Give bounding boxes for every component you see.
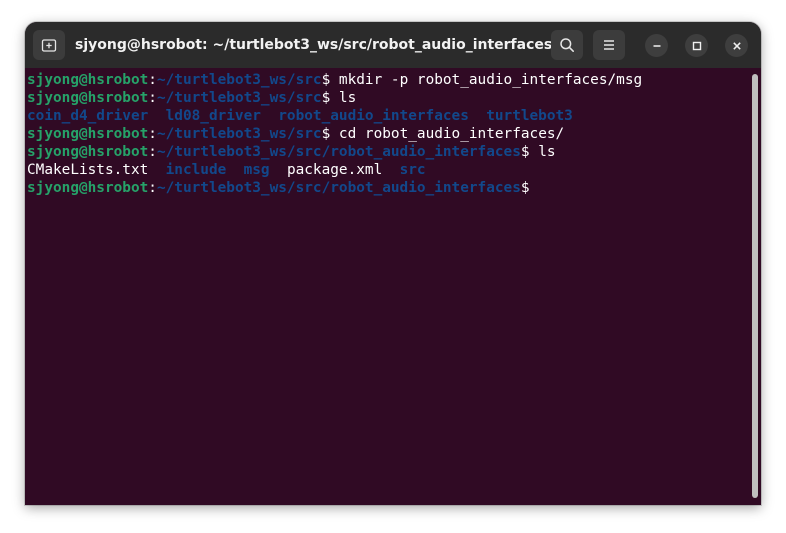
new-tab-button[interactable] bbox=[33, 30, 65, 60]
directory-entry: ld08_driver bbox=[165, 108, 261, 124]
prompt-symbol: $ bbox=[321, 126, 331, 142]
prompt-symbol: $ bbox=[520, 180, 530, 196]
prompt-user: sjyong@hsrobot bbox=[27, 144, 149, 160]
command-text: mkdir -p robot_audio_interfaces/msg bbox=[330, 72, 643, 88]
hamburger-menu-icon bbox=[604, 40, 614, 50]
prompt-separator: : bbox=[148, 144, 157, 160]
terminal-window: sjyong@hsrobot: ~/turtlebot3_ws/src/robo… bbox=[25, 22, 761, 505]
prompt-separator: : bbox=[148, 72, 157, 88]
minimize-button[interactable] bbox=[645, 34, 668, 57]
scrollbar[interactable] bbox=[752, 74, 758, 498]
prompt-user: sjyong@hsrobot bbox=[27, 90, 149, 106]
prompt-separator: : bbox=[148, 180, 157, 196]
search-button[interactable] bbox=[551, 30, 583, 60]
directory-entry: msg bbox=[243, 162, 270, 178]
search-icon bbox=[560, 38, 574, 52]
prompt-user: sjyong@hsrobot bbox=[27, 126, 149, 142]
minimize-icon bbox=[653, 44, 660, 47]
prompt-user: sjyong@hsrobot bbox=[27, 72, 149, 88]
maximize-button[interactable] bbox=[685, 34, 708, 57]
prompt-separator: : bbox=[148, 126, 157, 142]
prompt-line: sjyong@hsrobot:~/turtlebot3_ws/src/robot… bbox=[27, 179, 747, 197]
prompt-path: ~/turtlebot3_ws/src bbox=[156, 126, 322, 142]
prompt-line: sjyong@hsrobot:~/turtlebot3_ws/src$ cd r… bbox=[27, 125, 747, 143]
terminal-output[interactable]: sjyong@hsrobot:~/turtlebot3_ws/src$ mkdi… bbox=[25, 68, 747, 505]
output-line: CMakeLists.txt include msg package.xml s… bbox=[27, 161, 747, 179]
close-button[interactable] bbox=[725, 34, 748, 57]
prompt-path: ~/turtlebot3_ws/src bbox=[156, 90, 322, 106]
title-bar[interactable]: sjyong@hsrobot: ~/turtlebot3_ws/src/robo… bbox=[25, 22, 761, 68]
maximize-icon bbox=[692, 41, 701, 50]
prompt-line: sjyong@hsrobot:~/turtlebot3_ws/src/robot… bbox=[27, 143, 747, 161]
new-tab-icon bbox=[41, 39, 57, 52]
command-text: cd robot_audio_interfaces/ bbox=[330, 126, 565, 142]
prompt-line: sjyong@hsrobot:~/turtlebot3_ws/src$ ls bbox=[27, 89, 747, 107]
prompt-path: ~/turtlebot3_ws/src bbox=[156, 72, 322, 88]
prompt-line: sjyong@hsrobot:~/turtlebot3_ws/src$ mkdi… bbox=[27, 71, 747, 89]
prompt-symbol: $ bbox=[520, 144, 530, 160]
file-entry: package.xml bbox=[286, 162, 383, 178]
directory-entry: include bbox=[165, 162, 227, 178]
prompt-separator: : bbox=[148, 90, 157, 106]
prompt-path: ~/turtlebot3_ws/src/robot_audio_interfac… bbox=[156, 144, 521, 160]
file-entry: CMakeLists.txt bbox=[27, 162, 149, 178]
prompt-symbol: $ bbox=[321, 90, 331, 106]
directory-entry: turtlebot3 bbox=[486, 108, 573, 124]
prompt-symbol: $ bbox=[321, 72, 331, 88]
window-title: sjyong@hsrobot: ~/turtlebot3_ws/src/robo… bbox=[75, 37, 553, 53]
prompt-path: ~/turtlebot3_ws/src/robot_audio_interfac… bbox=[156, 180, 521, 196]
directory-entry: coin_d4_driver bbox=[27, 108, 149, 124]
command-text: ls bbox=[330, 90, 357, 106]
output-line: coin_d4_driver ld08_driver robot_audio_i… bbox=[27, 107, 747, 125]
directory-entry: robot_audio_interfaces bbox=[278, 108, 469, 124]
prompt-user: sjyong@hsrobot bbox=[27, 180, 149, 196]
menu-button[interactable] bbox=[593, 30, 625, 60]
directory-entry: src bbox=[399, 162, 426, 178]
close-icon bbox=[732, 41, 741, 50]
command-text: ls bbox=[529, 144, 556, 160]
